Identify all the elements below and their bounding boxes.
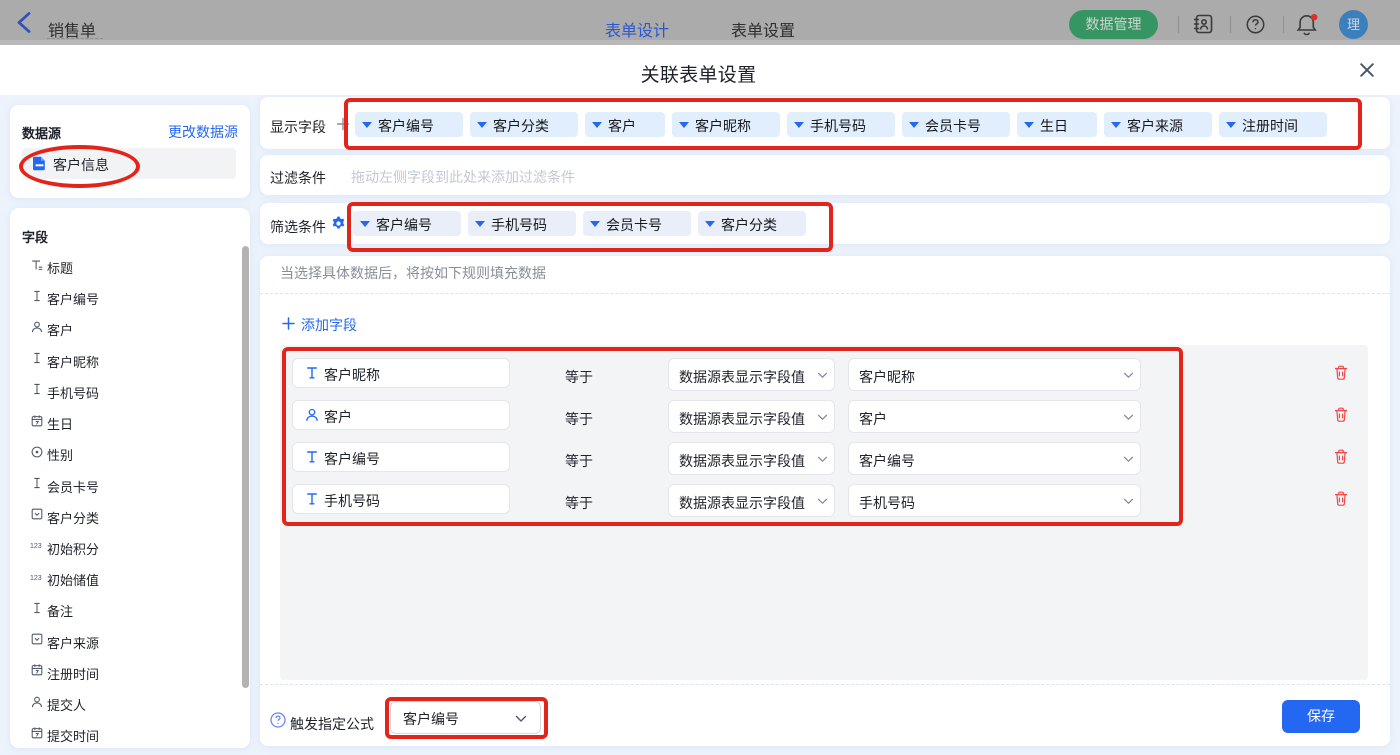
svg-text:123: 123	[30, 543, 42, 550]
svg-text:123: 123	[30, 575, 42, 582]
